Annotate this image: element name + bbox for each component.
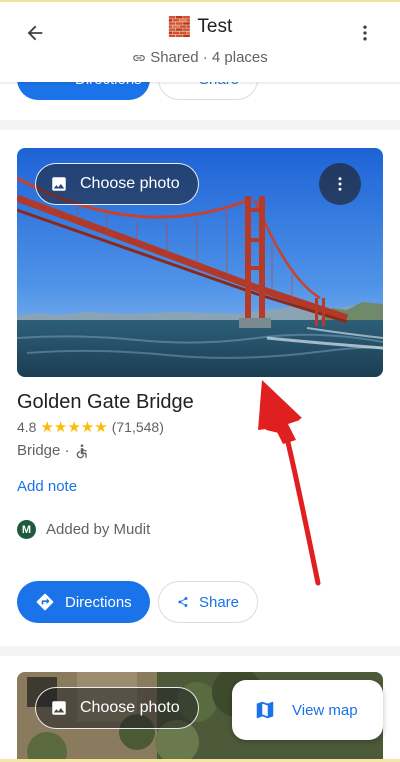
- share-button[interactable]: Share: [158, 581, 258, 623]
- link-icon: [133, 54, 146, 61]
- more-options-button[interactable]: [350, 18, 380, 48]
- added-by-text: Added by Mudit: [46, 521, 151, 538]
- card-divider: [0, 646, 400, 656]
- view-map-label: View map: [292, 701, 358, 719]
- add-note-link[interactable]: Add note: [17, 478, 77, 495]
- share-icon: [178, 597, 188, 607]
- category-row: Bridge ·: [17, 442, 90, 459]
- place-photo[interactable]: Choose photo: [17, 148, 383, 377]
- choose-photo-button[interactable]: Choose photo: [35, 163, 199, 205]
- image-icon: [52, 177, 66, 191]
- choose-photo-label: Choose photo: [80, 175, 180, 192]
- place-category: Bridge ·: [17, 442, 70, 459]
- next-choose-photo-label: Choose photo: [80, 699, 180, 716]
- review-count: (71,548): [111, 419, 164, 435]
- place-name[interactable]: Golden Gate Bridge: [17, 391, 194, 414]
- directions-icon: [36, 593, 54, 611]
- added-by-row: M Added by Mudit: [17, 520, 150, 539]
- list-subtitle-text: Shared · 4 places: [150, 49, 268, 66]
- rating-row: 4.8 ★★★★★ (71,548): [17, 418, 164, 436]
- list-subtitle: Shared · 4 places: [0, 49, 400, 66]
- map-icon: [256, 701, 274, 719]
- directions-label: Directions: [65, 593, 132, 611]
- directions-button[interactable]: Directions: [17, 581, 150, 623]
- next-choose-photo-button[interactable]: Choose photo: [35, 687, 199, 729]
- app-header: 🧱 Test Shared · 4 places: [0, 2, 400, 82]
- avatar: M: [17, 520, 36, 539]
- more-vert-icon: [363, 25, 367, 41]
- list-title-text: Test: [197, 16, 233, 37]
- view-map-button[interactable]: View map: [232, 680, 383, 740]
- card-divider: [0, 120, 400, 130]
- share-label: Share: [198, 593, 239, 611]
- photo-more-button[interactable]: [319, 163, 361, 205]
- star-rating: ★★★★★: [40, 419, 108, 436]
- wheelchair-accessible-icon: [76, 443, 87, 458]
- image-icon: [52, 701, 66, 715]
- list-emoji-icon: 🧱: [167, 16, 192, 38]
- more-vert-icon: [338, 177, 342, 191]
- list-title: 🧱 Test: [0, 16, 400, 38]
- rating-value: 4.8: [17, 419, 37, 435]
